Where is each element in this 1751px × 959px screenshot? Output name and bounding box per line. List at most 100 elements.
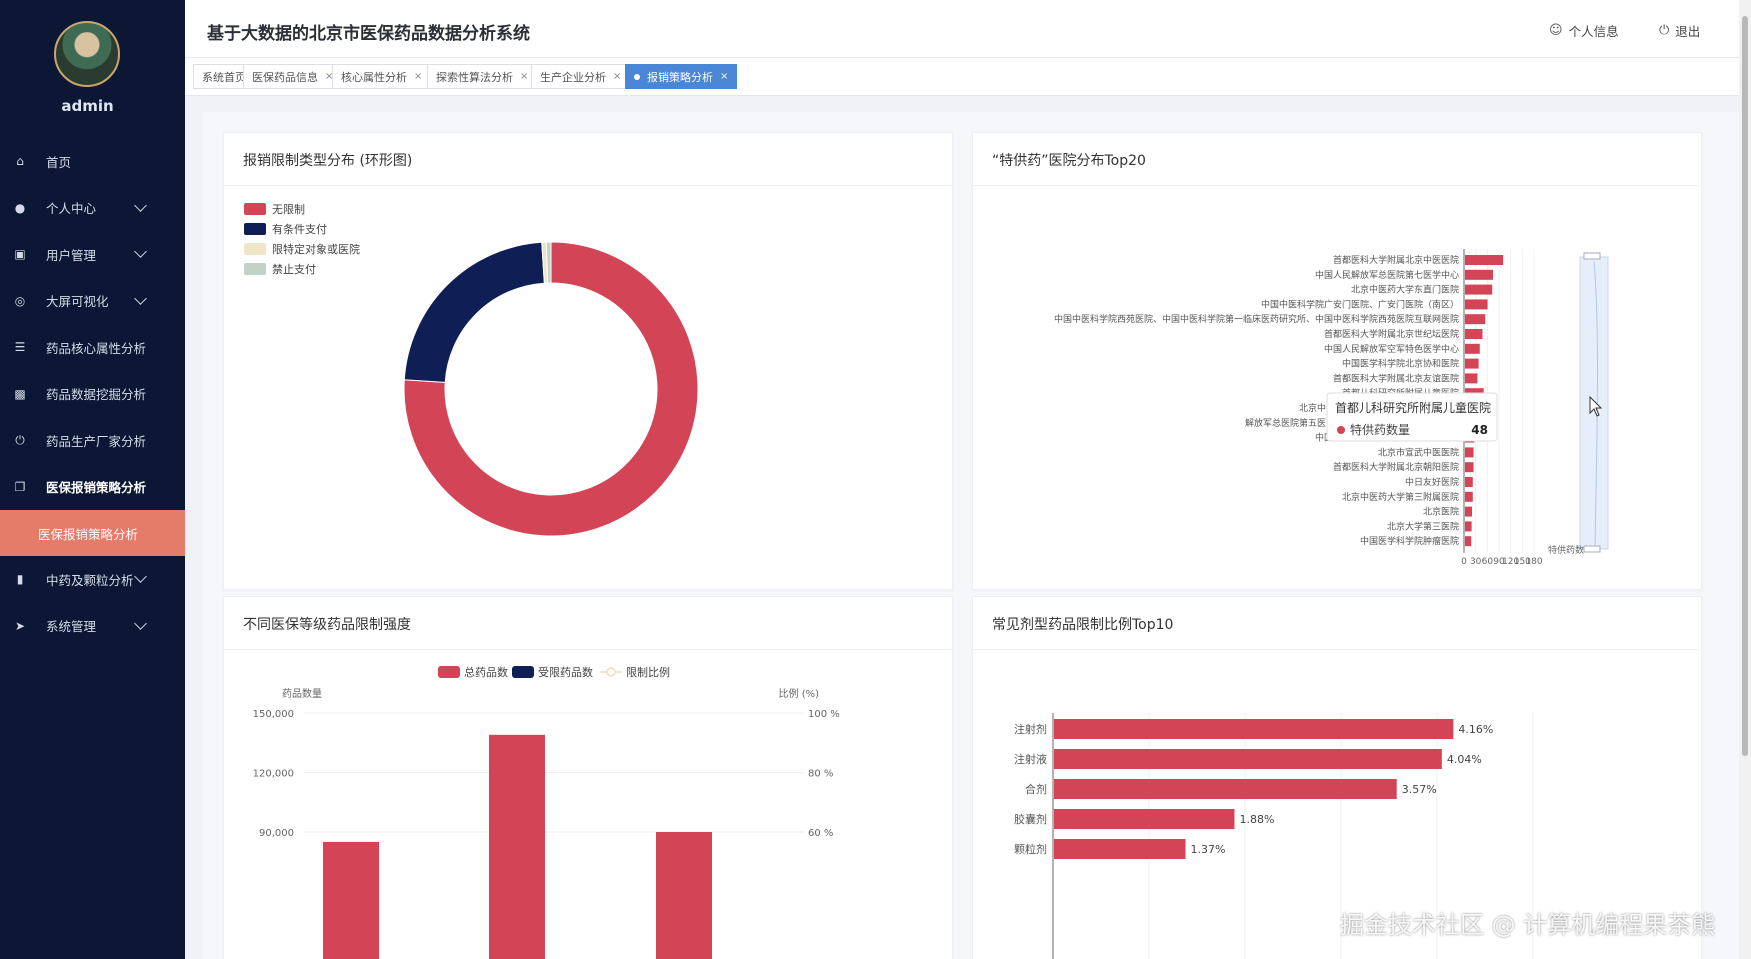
level-bar[interactable] — [656, 832, 712, 959]
tabs-bar: 系统首页 医保药品信息 × 核心属性分析 × 探索性算法分析 × 生产企业分析 × 报销策略分析 × — [185, 58, 1751, 96]
bookmark-icon: ▮ — [16, 572, 24, 587]
hospital-bar[interactable] — [1465, 269, 1493, 280]
sidebar-item-0[interactable]: ⌂ 首页 — [0, 138, 185, 185]
data-label: 1.88% — [1239, 813, 1274, 826]
donut-slice[interactable] — [545, 241, 552, 284]
dosage-bar[interactable] — [1054, 749, 1442, 769]
hospital-bar[interactable] — [1465, 255, 1504, 265]
legend-label: 总药品数 — [464, 665, 508, 679]
level-bar[interactable] — [489, 734, 545, 959]
legend-label: 限特定对象或医院 — [272, 242, 360, 256]
hospital-bar[interactable] — [1465, 447, 1474, 458]
tab-5[interactable]: 报销策略分析 × — [625, 64, 738, 89]
sidebar: admin ⌂ 首页 ● 个人中心 ▣ 用户管理 ◎ 大屏可视化 ☰ 药品核心属性分析 ▩ 药品数据挖… — [0, 0, 185, 959]
dosage-bar[interactable] — [1054, 839, 1186, 859]
hospital-bar[interactable] — [1465, 314, 1486, 325]
page-scrollbar[interactable] — [1739, 0, 1751, 959]
hospital-bar[interactable] — [1465, 343, 1480, 354]
send-icon: ➤ — [14, 618, 26, 633]
legend-swatch-dot — [606, 667, 616, 677]
scrollbar-thumb[interactable] — [1742, 16, 1748, 756]
insurance-level-chart[interactable]: 总药品数 受限药品数 限制比例药品数量 比例 (%) 150,000 100 % 120,0… — [224, 597, 953, 959]
sidebar-item-6[interactable]: ⏻ 药品生产厂家分析 — [0, 417, 185, 464]
sidebar-item-8[interactable]: ▮ 中药及颗粒分析 — [0, 556, 185, 603]
hospital-bar[interactable] — [1465, 491, 1473, 502]
tab-label: 生产企业分析 — [540, 70, 606, 84]
donut-slice[interactable] — [403, 241, 545, 383]
y-category-label: 北京大学第三医院 — [1387, 520, 1459, 532]
logout-link[interactable]: ⏻ 退出 — [1659, 21, 1700, 40]
legend-swatch[interactable] — [244, 243, 266, 255]
hospital-bar-chart[interactable]: 0 30 60 90120150180首都医科大学附属北京中医医院中国人民解放军总医院… — [973, 133, 1702, 590]
sidebar-item-label: 药品生产厂家分析 — [46, 433, 147, 449]
y-category-label: 注射剂 — [1014, 722, 1047, 736]
y-category-label: 北京市宣武中医医院 — [1378, 446, 1459, 458]
zoom-handle-top[interactable] — [1583, 252, 1601, 260]
hospital-bar[interactable] — [1465, 358, 1479, 369]
y-tick-label-right: 80 % — [808, 769, 833, 780]
dosage-bar[interactable] — [1054, 809, 1235, 829]
sidebar-item-2[interactable]: ▣ 用户管理 — [0, 231, 185, 278]
hospital-bar[interactable] — [1465, 284, 1493, 295]
tab-1[interactable]: 医保药品信息 × — [243, 64, 343, 89]
sidebar-item-1[interactable]: ● 个人中心 — [0, 185, 185, 232]
hospital-bar[interactable] — [1465, 536, 1472, 547]
zoom-handle-bottom[interactable] — [1583, 545, 1601, 553]
y-tick-label-right: 100 % — [808, 709, 840, 720]
data-label: 1.37% — [1191, 843, 1226, 856]
tooltip-title: 首都儿科研究所附属儿童医院 — [1335, 400, 1491, 415]
legend-label: 无限制 — [272, 203, 305, 216]
sidebar-item-7[interactable]: ❐ 医保报销策略分析 — [0, 464, 185, 511]
hospital-bar[interactable] — [1465, 477, 1473, 487]
legend-swatch[interactable] — [512, 666, 534, 678]
legend-swatch[interactable] — [438, 666, 460, 678]
tab-label: 报销策略分析 — [647, 70, 713, 84]
sidebar-item-3[interactable]: ◎ 大屏可视化 — [0, 278, 185, 325]
sidebar-item-label: 药品数据挖掘分析 — [46, 387, 147, 403]
clipboard-icon: ▣ — [14, 247, 26, 262]
y-category-label: 中国中医科学院广安门医院、广安门医院（南区） — [1261, 298, 1459, 310]
y-category-label: 胶囊剂 — [1014, 812, 1047, 826]
donut-chart[interactable]: 无限制有条件支付限特定对象或医院禁止支付 — [224, 133, 953, 590]
profile-link[interactable]: ☺ 个人信息 — [1549, 21, 1619, 40]
legend-swatch[interactable] — [244, 203, 266, 215]
main-content: 报销限制类型分布 (环形图) 无限制 有条件支付 限特定对象或医院 禁止支付 “特供药… — [203, 112, 1740, 959]
hospital-bar[interactable] — [1465, 329, 1483, 339]
x-tick-label: 30 — [1470, 557, 1482, 567]
close-icon[interactable]: × — [613, 71, 621, 82]
sidebar-subitem-active[interactable]: 医保报销策略分析 — [0, 510, 185, 556]
tooltip-marker — [1337, 426, 1345, 434]
y-category-label: 北京中 — [1299, 402, 1326, 414]
dosage-bar[interactable] — [1054, 719, 1454, 739]
hospital-bar[interactable] — [1465, 462, 1474, 473]
hospital-bar[interactable] — [1465, 506, 1472, 517]
close-icon[interactable]: × — [720, 71, 728, 82]
tab-4[interactable]: 生产企业分析 × — [531, 64, 631, 89]
legend-swatch[interactable] — [244, 263, 266, 275]
sidebar-item-label: 医保报销策略分析 — [46, 480, 147, 496]
x-tick-label: 0 — [1461, 557, 1467, 567]
sidebar-item-label: 个人中心 — [46, 201, 97, 217]
y-category-label: 北京中医药大学第三附属医院 — [1342, 491, 1459, 503]
sidebar-item-9[interactable]: ➤ 系统管理 — [0, 603, 185, 650]
legend-swatch[interactable] — [244, 223, 266, 235]
tooltip: 首都儿科研究所附属儿童医院特供药数量 48 — [1326, 392, 1498, 442]
tab-3[interactable]: 探索性算法分析 × — [427, 64, 538, 89]
hospital-bar[interactable] — [1465, 373, 1478, 384]
sidebar-menu: ⌂ 首页 ● 个人中心 ▣ 用户管理 ◎ 大屏可视化 ☰ 药品核心属性分析 ▩ 药品数据挖掘分析 ⏻ 药品… — [0, 138, 185, 649]
hospital-bar[interactable] — [1465, 299, 1488, 310]
close-icon[interactable]: × — [414, 71, 422, 82]
dosage-bar[interactable] — [1054, 779, 1397, 799]
close-icon[interactable]: × — [520, 71, 528, 82]
sidebar-item-4[interactable]: ☰ 药品核心属性分析 — [0, 324, 185, 371]
sidebar-item-label: 大屏可视化 — [46, 294, 109, 310]
avatar[interactable] — [54, 21, 120, 87]
sidebar-item-5[interactable]: ▩ 药品数据挖掘分析 — [0, 371, 185, 418]
x-tick-label: 60 — [1482, 557, 1494, 567]
power-icon: ⏻ — [1659, 23, 1670, 38]
chevron-down-icon — [134, 616, 147, 630]
level-bar[interactable] — [323, 841, 379, 959]
list-icon: ☰ — [14, 340, 26, 355]
hospital-bar[interactable] — [1465, 521, 1472, 532]
tab-2[interactable]: 核心属性分析 × — [332, 64, 432, 89]
